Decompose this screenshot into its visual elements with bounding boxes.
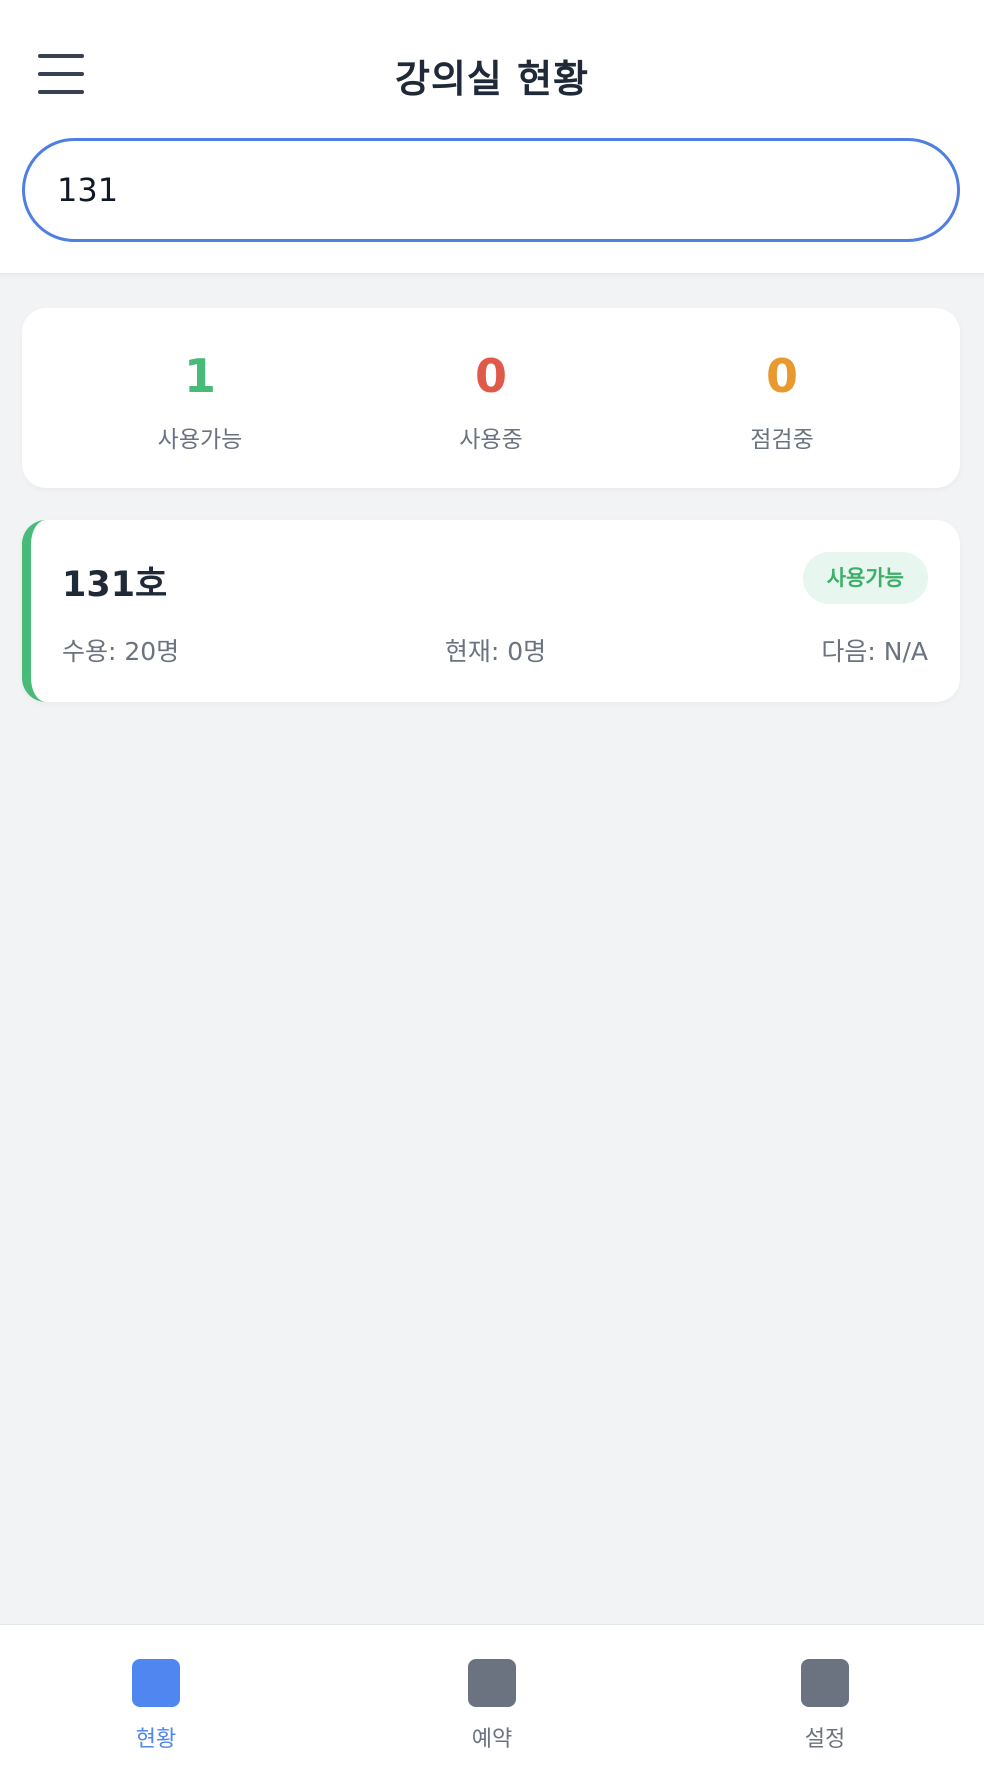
reservation-icon: [468, 1659, 516, 1707]
header: 강의실 현황: [0, 0, 984, 274]
stat-available-label: 사용가능: [157, 427, 243, 453]
stats-summary-card: 1 사용가능 0 사용중 0 점검중: [22, 308, 960, 488]
nav-item-settings[interactable]: 설정: [745, 1659, 905, 1753]
stat-maintenance-count: 0: [765, 349, 798, 403]
page-title: 강의실 현황: [394, 57, 590, 101]
bottom-nav: 현황 예약 설정: [0, 1624, 984, 1774]
stat-available: 1 사용가능: [80, 348, 320, 454]
app-root: 강의실 현황 1 사용가능 0 사용중 0 점검중 131호 사용가능 수용: …: [0, 0, 984, 1774]
stat-in-use-label: 사용중: [459, 427, 523, 453]
stat-maintenance-label: 점검중: [750, 427, 814, 453]
room-card[interactable]: 131호 사용가능 수용: 20명 현재: 0명 다음: N/A: [22, 520, 960, 702]
stat-in-use: 0 사용중: [371, 348, 611, 454]
nav-label-settings: 설정: [804, 1727, 846, 1752]
stat-maintenance: 0 점검중: [662, 348, 902, 454]
room-name: 131호: [62, 565, 168, 605]
stat-in-use-count: 0: [474, 349, 507, 403]
status-icon: [132, 1659, 180, 1707]
nav-item-status[interactable]: 현황: [76, 1659, 236, 1753]
search-input[interactable]: [57, 141, 917, 239]
nav-item-reservation[interactable]: 예약: [412, 1659, 572, 1753]
nav-label-reservation: 예약: [471, 1727, 513, 1752]
nav-label-status: 현황: [135, 1727, 177, 1752]
search-box[interactable]: [22, 138, 960, 242]
stat-available-count: 1: [183, 349, 216, 403]
status-badge: 사용가능: [802, 552, 928, 604]
room-next-schedule: 다음: N/A: [821, 637, 928, 666]
settings-icon: [801, 1659, 849, 1707]
